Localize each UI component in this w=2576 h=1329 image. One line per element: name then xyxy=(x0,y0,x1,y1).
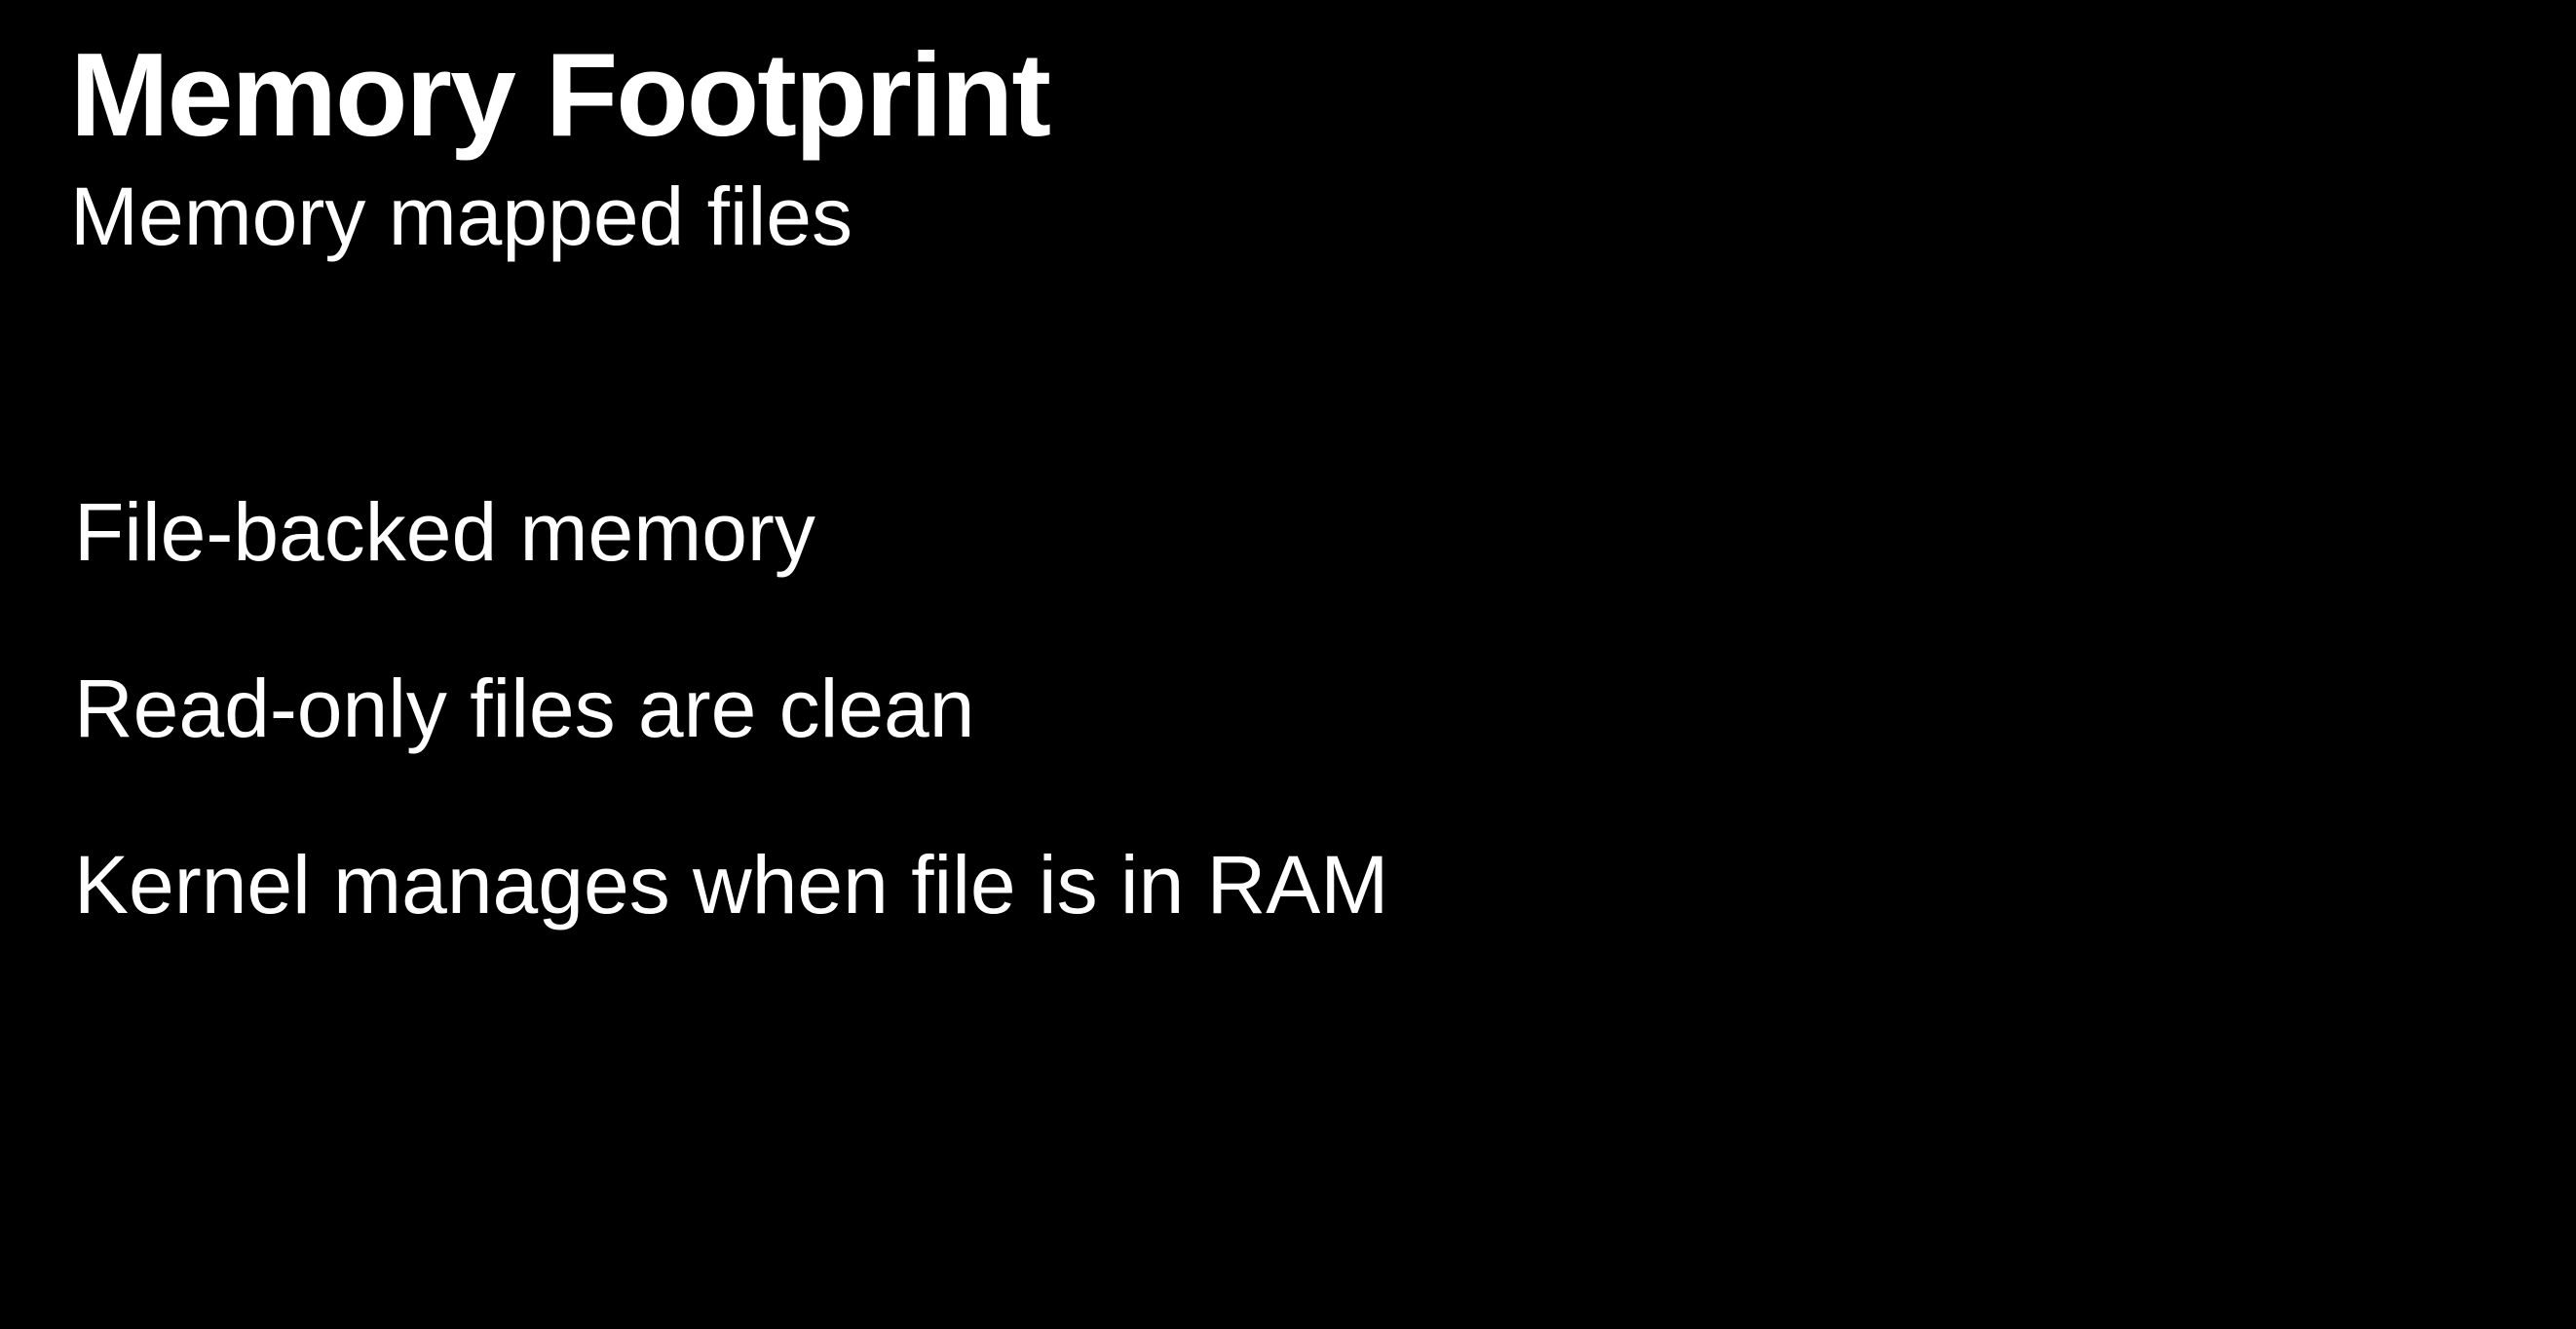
bullet-item: File-backed memory xyxy=(74,486,815,578)
bullet-item: Kernel manages when file is in RAM xyxy=(74,839,1389,930)
slide-title: Memory Footprint xyxy=(70,28,1051,161)
bullet-item: Read-only files are clean xyxy=(74,663,975,754)
presentation-slide: Memory Footprint Memory mapped files Fil… xyxy=(0,0,2576,1329)
slide-subtitle: Memory mapped files xyxy=(70,171,852,262)
bullet-list: File-backed memory Read-only files are c… xyxy=(74,487,1388,1016)
